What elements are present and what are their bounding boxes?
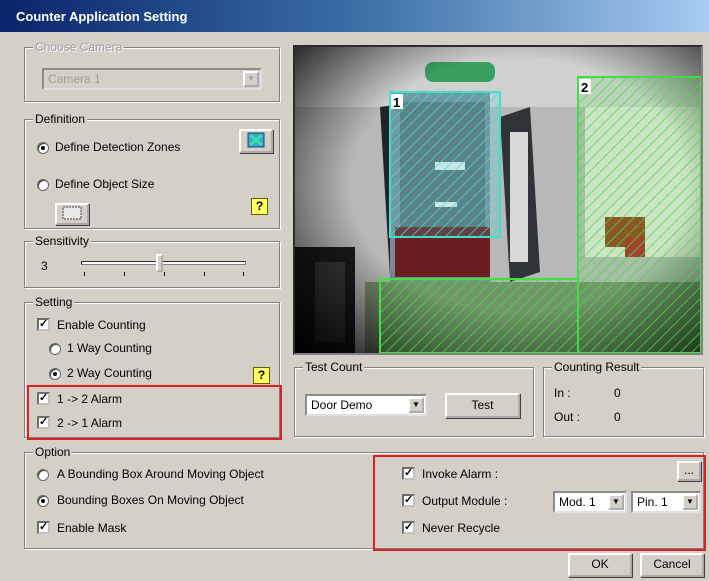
enable-mask-checkbox[interactable]: ✓ xyxy=(37,521,50,534)
bbox-on-radio[interactable] xyxy=(37,495,49,507)
in-count-label: In : xyxy=(554,386,571,400)
define-detection-zones-label: Define Detection Zones xyxy=(55,140,181,154)
test-video-select[interactable]: Door Demo ▼ xyxy=(305,394,427,416)
output-highlight-box xyxy=(373,455,706,551)
bbox-on-label: Bounding Boxes On Moving Object xyxy=(57,493,244,507)
zone-2-label: 2 xyxy=(581,80,588,95)
counting-result-group: Counting Result In : 0 Out : 0 xyxy=(543,360,704,437)
definition-help-icon[interactable]: ? xyxy=(251,198,268,215)
detection-zones-button[interactable] xyxy=(239,129,273,153)
counting-result-legend: Counting Result xyxy=(552,360,642,374)
object-size-icon xyxy=(62,206,82,220)
sensitivity-group: Sensitivity 3 xyxy=(24,234,280,288)
option-legend: Option xyxy=(33,445,73,459)
two-way-counting-radio[interactable] xyxy=(49,368,61,380)
window-title: Counter Application Setting xyxy=(16,9,188,24)
sensitivity-track xyxy=(81,261,246,265)
test-button[interactable]: Test xyxy=(445,393,520,418)
define-detection-zones-radio[interactable] xyxy=(37,142,49,154)
title-bar: Counter Application Setting xyxy=(0,0,709,32)
one-way-counting-radio[interactable] xyxy=(49,343,61,355)
definition-legend: Definition xyxy=(33,112,88,126)
sensitivity-value: 3 xyxy=(41,259,48,273)
setting-help-icon[interactable]: ? xyxy=(253,367,270,384)
bbox-around-label: A Bounding Box Around Moving Object xyxy=(57,467,264,481)
zone-1-label: 1 xyxy=(393,95,400,110)
test-count-group: Test Count Door Demo ▼ Test xyxy=(294,360,534,437)
slider-tick xyxy=(124,272,125,276)
chevron-down-icon: ▼ xyxy=(408,397,424,413)
camera-preview: 1 2 xyxy=(293,45,703,355)
sensitivity-legend: Sensitivity xyxy=(33,234,92,248)
camera-select[interactable]: Camera 1 ▼ xyxy=(42,68,262,90)
two-way-counting-label: 2 Way Counting xyxy=(67,366,152,380)
definition-group: Definition Define Detection Zones Define… xyxy=(24,112,280,229)
zone-tool-icon xyxy=(247,132,265,148)
sensitivity-slider-thumb[interactable] xyxy=(155,254,163,272)
choose-camera-group: Choose Camera Camera 1 ▼ xyxy=(24,40,280,102)
test-video-value: Door Demo xyxy=(311,398,373,412)
cancel-button[interactable]: Cancel xyxy=(640,553,704,577)
camera-select-value: Camera 1 xyxy=(48,72,101,86)
slider-tick xyxy=(164,272,165,276)
out-count-label: Out : xyxy=(554,410,581,424)
in-count-value: 0 xyxy=(614,386,621,400)
sensitivity-ticks xyxy=(84,272,244,276)
define-object-size-label: Define Object Size xyxy=(55,177,155,191)
bbox-around-radio[interactable] xyxy=(37,469,49,481)
out-count-value: 0 xyxy=(614,410,621,424)
slider-tick xyxy=(84,272,85,276)
ok-button[interactable]: OK xyxy=(568,553,632,577)
chevron-down-icon: ▼ xyxy=(243,71,259,87)
enable-mask-label: Enable Mask xyxy=(57,521,127,535)
choose-camera-legend: Choose Camera xyxy=(33,40,125,54)
alarm-highlight-box xyxy=(27,385,282,440)
slider-tick xyxy=(204,272,205,276)
slider-tick xyxy=(243,272,244,276)
setting-legend: Setting xyxy=(33,295,75,309)
one-way-counting-label: 1 Way Counting xyxy=(67,341,152,355)
enable-counting-label: Enable Counting xyxy=(57,318,146,332)
camera-scene-image: 1 2 xyxy=(295,47,701,353)
object-size-button[interactable] xyxy=(55,203,89,225)
define-object-size-radio[interactable] xyxy=(37,179,49,191)
enable-counting-checkbox[interactable]: ✓ xyxy=(37,318,50,331)
test-count-legend: Test Count xyxy=(303,360,365,374)
